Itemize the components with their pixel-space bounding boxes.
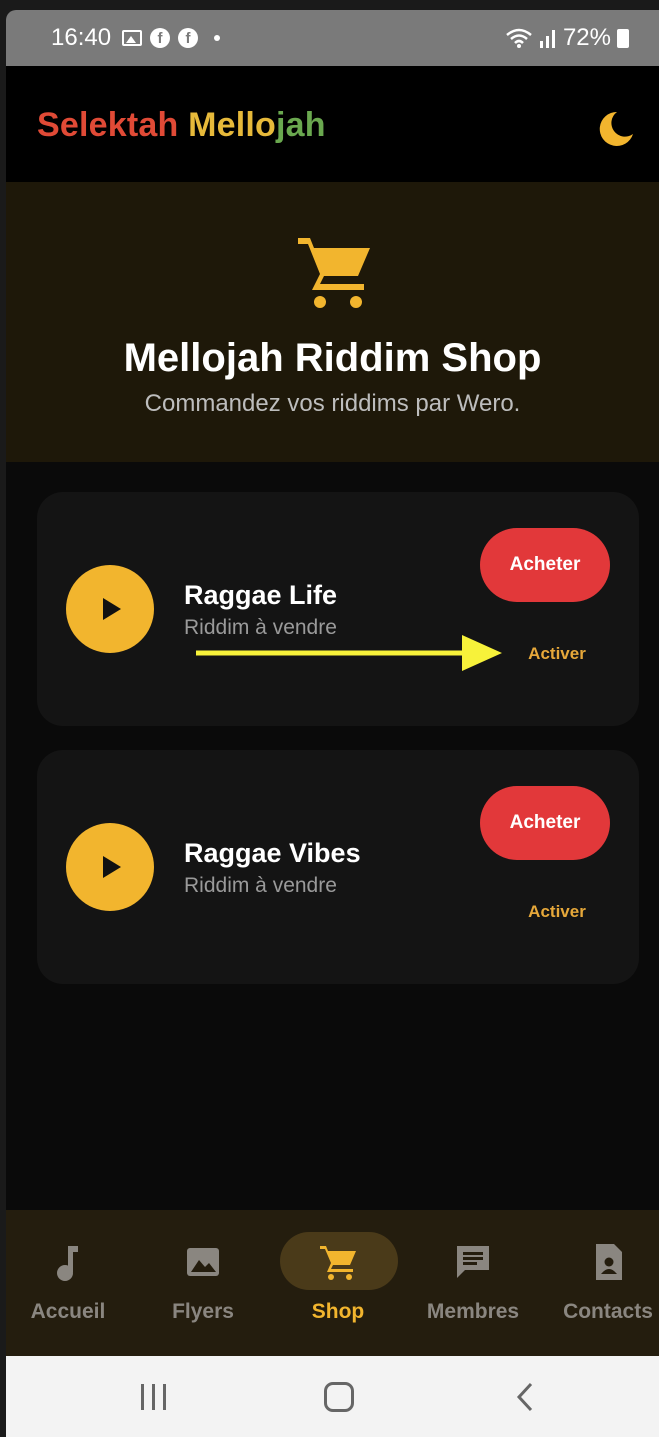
page-title: Mellojah Riddim Shop: [123, 336, 542, 380]
moon-icon[interactable]: [595, 108, 637, 150]
nav-label: Flyers: [172, 1300, 234, 1323]
shop-hero: Mellojah Riddim Shop Commandez vos riddi…: [6, 182, 659, 462]
nav-label: Membres: [426, 1300, 520, 1323]
nav-label: Accueil: [30, 1300, 106, 1323]
home-icon[interactable]: [324, 1382, 354, 1412]
gallery-icon: [122, 30, 142, 46]
product-title: Raggae Vibes: [184, 838, 361, 868]
play-button[interactable]: [66, 823, 154, 911]
signal-icon: [539, 30, 555, 48]
nav-item-membres[interactable]: Membres: [403, 1210, 543, 1356]
annotation-arrow-icon: [196, 635, 502, 671]
nav-item-contacts[interactable]: Contacts: [538, 1210, 659, 1356]
nav-item-accueil[interactable]: Accueil: [6, 1210, 138, 1356]
facebook-icon: f: [150, 28, 170, 48]
brand-word-selektah: Selektah: [37, 106, 179, 144]
nav-item-flyers[interactable]: Flyers: [133, 1210, 273, 1356]
product-card: Raggae Life Riddim à vendre Acheter Acti…: [37, 492, 639, 726]
recents-icon[interactable]: [141, 1384, 169, 1410]
app-header: Selektah Mellojah: [6, 66, 659, 182]
wifi-icon: [506, 28, 532, 48]
contact-icon: [596, 1244, 622, 1280]
status-time: 16:40: [51, 24, 112, 51]
activate-link[interactable]: Activer: [507, 644, 607, 664]
product-subtitle: Riddim à vendre: [184, 874, 337, 897]
system-navigation-bar: [6, 1356, 659, 1437]
system-icons: 72%: [505, 24, 629, 52]
back-icon[interactable]: [516, 1382, 534, 1412]
product-card: Raggae Vibes Riddim à vendre Acheter Act…: [37, 750, 639, 984]
dot-icon: [214, 35, 220, 41]
nav-label: Shop: [311, 1300, 365, 1323]
product-title: Raggae Life: [184, 580, 338, 610]
nav-item-shop[interactable]: Shop: [268, 1210, 408, 1356]
buy-button[interactable]: Acheter: [480, 786, 610, 860]
page-subtitle: Commandez vos riddims par Wero.: [144, 390, 521, 417]
phone-screen: 16:40 f f 72% Selektah Mellojah Mellojah…: [6, 10, 659, 1437]
facebook-icon: f: [178, 28, 198, 48]
nav-label: Contacts: [563, 1300, 653, 1323]
brand-word-mello: Mello: [188, 106, 277, 144]
chat-icon: [457, 1246, 489, 1278]
activate-link[interactable]: Activer: [507, 902, 607, 922]
notification-icons: f f: [122, 28, 220, 48]
play-button[interactable]: [66, 565, 154, 653]
battery-percent: 72%: [562, 24, 611, 51]
battery-icon: [617, 28, 629, 48]
cart-icon: [320, 1246, 356, 1280]
music-note-icon: [57, 1246, 78, 1281]
app-title: Selektah Mellojah: [37, 106, 326, 145]
status-bar: 16:40 f f 72%: [6, 10, 659, 66]
bottom-navigation: Accueil Flyers Shop Membres Contacts: [6, 1210, 659, 1356]
brand-word-jah: jah: [276, 106, 326, 144]
buy-button[interactable]: Acheter: [480, 528, 610, 602]
image-icon: [187, 1248, 219, 1276]
cart-icon: [298, 238, 370, 308]
